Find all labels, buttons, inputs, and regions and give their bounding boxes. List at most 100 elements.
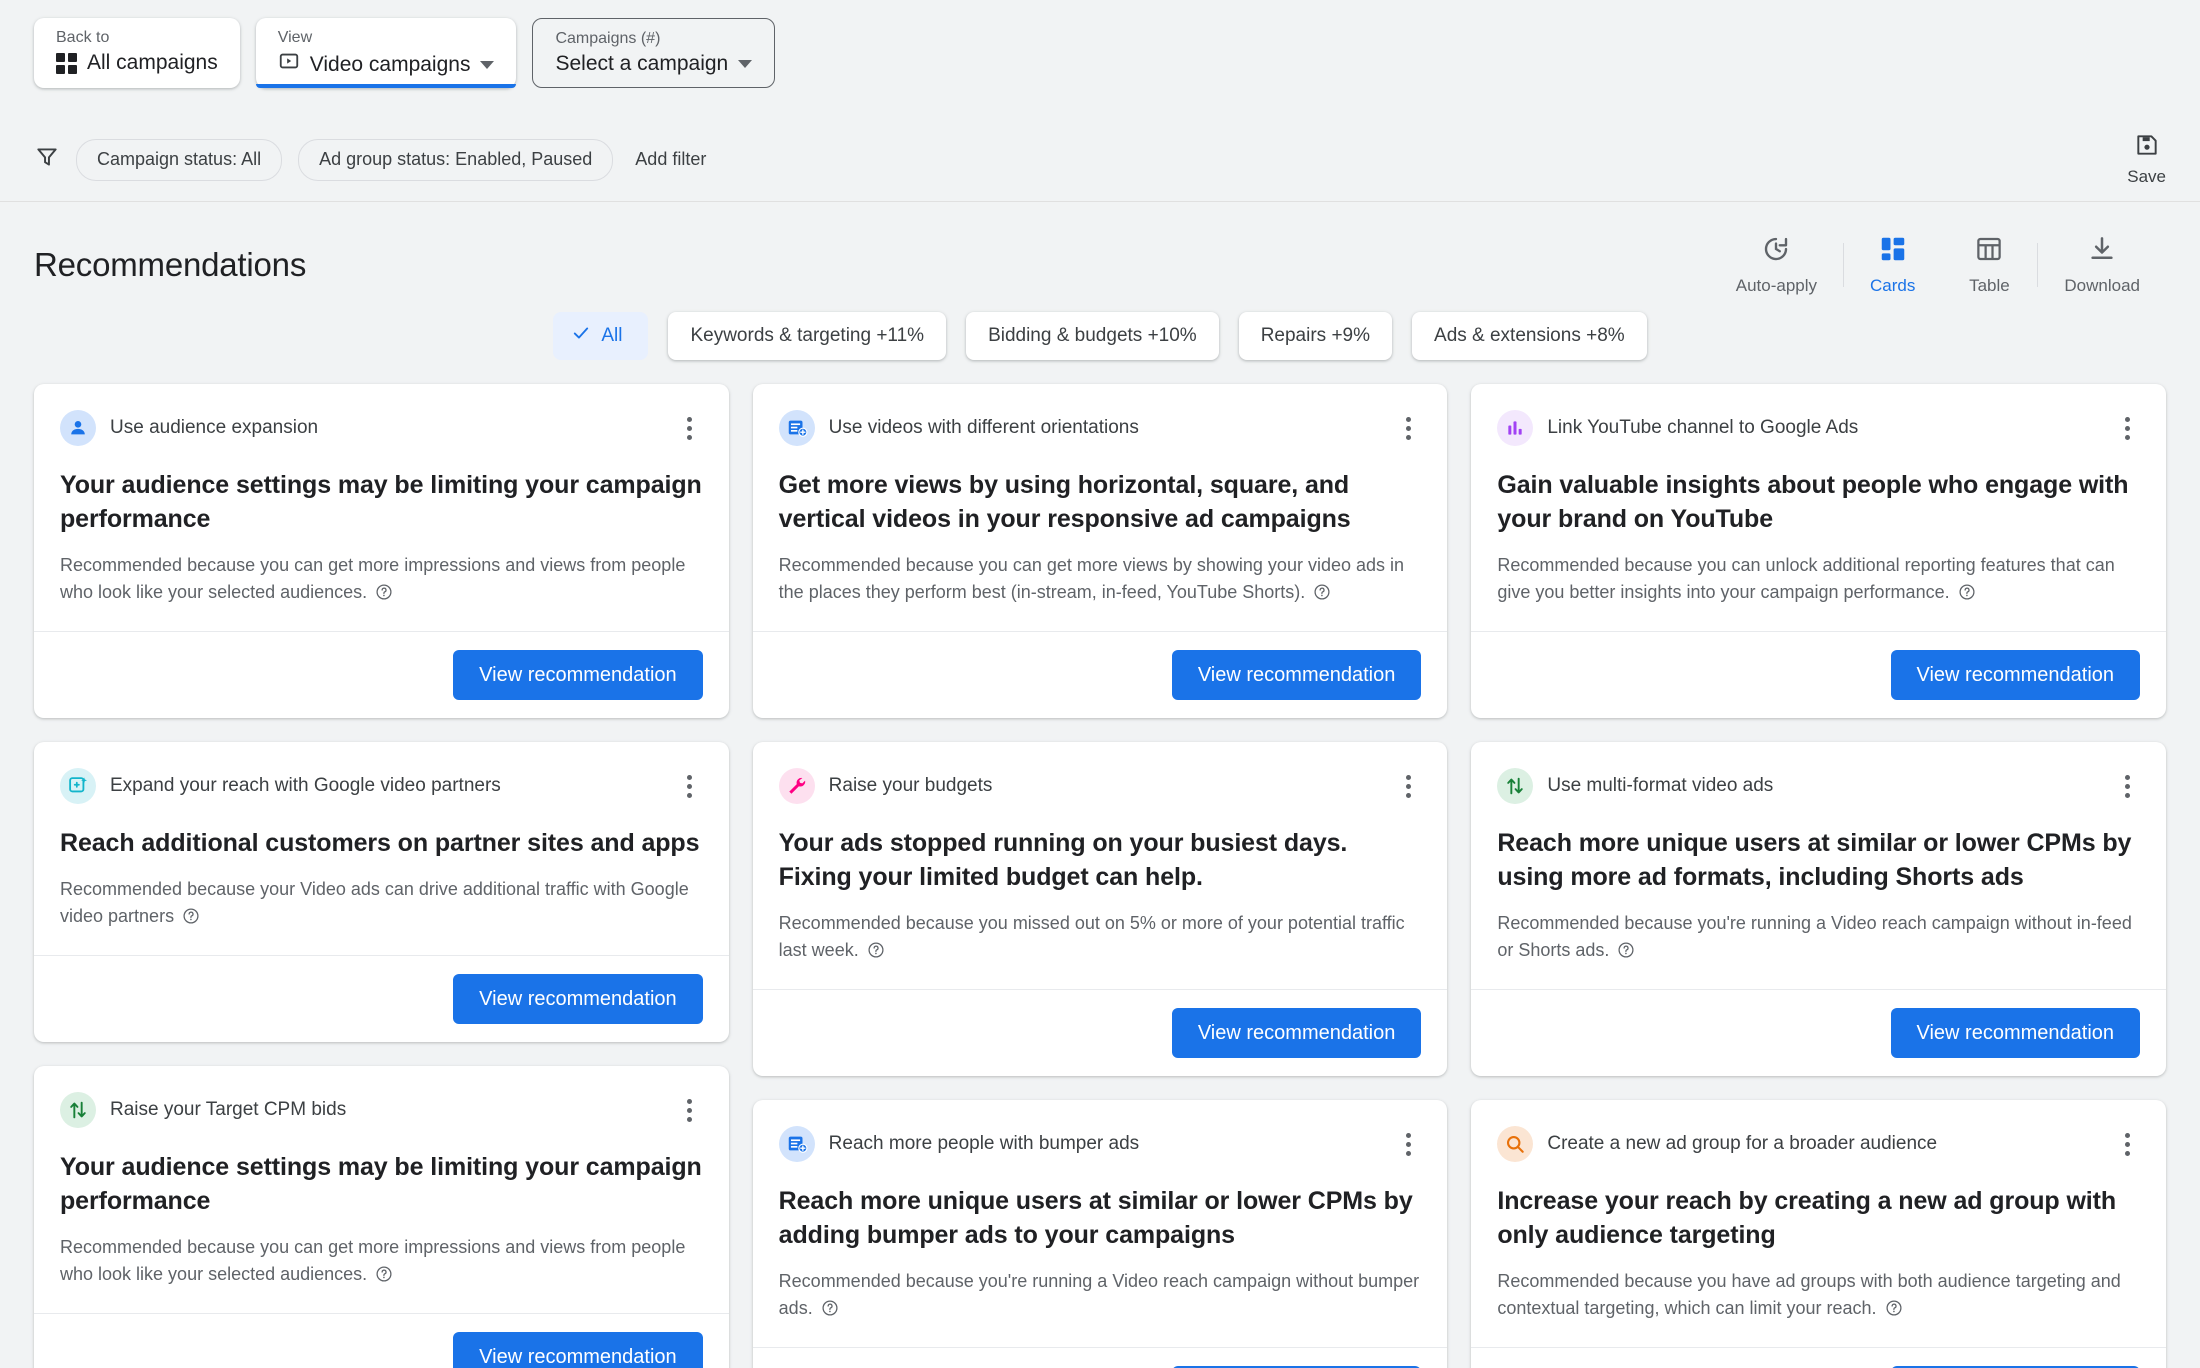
- save-button[interactable]: Save: [2127, 132, 2166, 187]
- category-chip-label: Repairs +9%: [1261, 325, 1370, 347]
- tab-table[interactable]: Table: [1941, 234, 2037, 296]
- card-category-label: Use multi-format video ads: [1547, 775, 1773, 797]
- category-chip-label: Bidding & budgets +10%: [988, 325, 1197, 347]
- more-options-icon[interactable]: [677, 417, 703, 440]
- card-header: Create a new ad group for a broader audi…: [1497, 1126, 2140, 1162]
- more-options-icon[interactable]: [677, 775, 703, 798]
- filter-icon[interactable]: [34, 144, 60, 175]
- recommendation-card: Expand your reach with Google video part…: [34, 742, 729, 1042]
- category-filter-row: All Keywords & targeting +11% Bidding & bu…: [0, 298, 2200, 384]
- swap-vert-icon: [1497, 768, 1533, 804]
- view-selector[interactable]: View Video campaigns: [256, 18, 517, 88]
- card-column-0: Use audience expansion Your audience sett…: [34, 384, 729, 1368]
- card-description: Recommended because you can get more imp…: [60, 1234, 703, 1291]
- category-chip-2[interactable]: Bidding & budgets +10%: [966, 312, 1219, 360]
- category-chip-0[interactable]: All: [553, 312, 648, 360]
- card-body: Use audience expansion Your audience sett…: [34, 384, 729, 631]
- category-chip-3[interactable]: Repairs +9%: [1239, 312, 1392, 360]
- card-description: Recommended because you can get more imp…: [60, 552, 703, 609]
- card-body: Use multi-format video adsReach more uni…: [1471, 742, 2166, 989]
- view-label: View: [278, 29, 495, 47]
- help-icon[interactable]: [1885, 1298, 1903, 1325]
- more-options-icon[interactable]: [1395, 417, 1421, 440]
- card-description: Recommended because you can get more vie…: [779, 552, 1422, 609]
- card-description: Recommended because you can unlock addit…: [1497, 552, 2140, 609]
- table-label: Table: [1969, 276, 2010, 296]
- recommendation-card: Use videos with different orientations Ge…: [753, 384, 1448, 718]
- recommendation-card: Use audience expansion Your audience sett…: [34, 384, 729, 718]
- article-add-icon: [779, 410, 815, 446]
- view-recommendation-button[interactable]: View recommendation: [453, 650, 703, 700]
- card-footer: View recommendation: [1471, 989, 2166, 1076]
- card-body: Use videos with different orientations Ge…: [753, 384, 1448, 631]
- history-icon: [1761, 234, 1791, 269]
- card-headline: Get more views by using horizontal, squa…: [779, 468, 1422, 536]
- help-icon[interactable]: [375, 1264, 393, 1291]
- help-icon[interactable]: [182, 906, 200, 933]
- card-headline: Your audience settings may be limiting y…: [60, 468, 703, 536]
- recommendation-card: Raise your budgetsYour ads stopped runni…: [753, 742, 1448, 1076]
- tab-cards[interactable]: Cards: [1844, 234, 1941, 296]
- category-chip-4[interactable]: Ads & extensions +8%: [1412, 312, 1647, 360]
- campaign-selector[interactable]: Campaigns (#) Select a campaign: [532, 18, 775, 88]
- wrench-icon: [779, 768, 815, 804]
- more-options-icon[interactable]: [1395, 1133, 1421, 1156]
- card-category-label: Raise your Target CPM bids: [110, 1099, 346, 1121]
- filter-chip-adgroup-status[interactable]: Ad group status: Enabled, Paused: [298, 139, 613, 181]
- help-icon[interactable]: [821, 1298, 839, 1325]
- category-chip-1[interactable]: Keywords & targeting +11%: [668, 312, 946, 360]
- card-category-label: Reach more people with bumper ads: [829, 1133, 1140, 1155]
- help-icon[interactable]: [867, 940, 885, 967]
- card-headline: Your audience settings may be limiting y…: [60, 1150, 703, 1218]
- card-footer: View recommendation: [1471, 631, 2166, 718]
- video-icon: [278, 50, 300, 79]
- add-filter-button[interactable]: Add filter: [629, 149, 712, 170]
- card-footer: View recommendation: [34, 631, 729, 718]
- more-options-icon[interactable]: [2114, 775, 2140, 798]
- back-to-all-campaigns-button[interactable]: Back to All campaigns: [34, 18, 240, 88]
- card-footer: View recommendation: [753, 631, 1448, 718]
- active-underline: [256, 84, 517, 88]
- add-sparkle-icon: [60, 768, 96, 804]
- view-value: Video campaigns: [310, 52, 471, 78]
- download-button[interactable]: Download: [2038, 234, 2166, 296]
- card-body: Reach more people with bumper adsReach m…: [753, 1100, 1448, 1347]
- more-options-icon[interactable]: [677, 1099, 703, 1122]
- check-icon: [571, 323, 591, 349]
- cards-label: Cards: [1870, 276, 1915, 296]
- card-footer: View recommendation: [1471, 1347, 2166, 1368]
- auto-apply-button[interactable]: Auto-apply: [1710, 234, 1843, 296]
- card-body: Raise your budgetsYour ads stopped runni…: [753, 742, 1448, 989]
- more-options-icon[interactable]: [2114, 1133, 2140, 1156]
- view-recommendation-button[interactable]: View recommendation: [1172, 1008, 1422, 1058]
- recommendation-columns: Use audience expansion Your audience sett…: [0, 384, 2200, 1368]
- card-header: Reach more people with bumper ads: [779, 1126, 1422, 1162]
- card-description: Recommended because you're running a Vid…: [779, 1268, 1422, 1325]
- help-icon[interactable]: [1313, 582, 1331, 609]
- auto-apply-label: Auto-apply: [1736, 276, 1817, 296]
- view-recommendation-button[interactable]: View recommendation: [1891, 1008, 2141, 1058]
- help-icon[interactable]: [1958, 582, 1976, 609]
- card-body: Link YouTube channel to Google AdsGain v…: [1471, 384, 2166, 631]
- recommendation-card: Use multi-format video adsReach more uni…: [1471, 742, 2166, 1076]
- card-headline: Reach additional customers on partner si…: [60, 826, 703, 860]
- filter-chip-campaign-status[interactable]: Campaign status: All: [76, 139, 282, 181]
- view-recommendation-button[interactable]: View recommendation: [1172, 650, 1422, 700]
- view-tools: Auto-apply Cards Table: [1710, 234, 2166, 296]
- grid-icon: [56, 53, 77, 74]
- card-header: Use videos with different orientations: [779, 410, 1422, 446]
- save-label: Save: [2127, 167, 2166, 187]
- card-header: Expand your reach with Google video part…: [60, 768, 703, 804]
- more-options-icon[interactable]: [1395, 775, 1421, 798]
- page-header: Recommendations Auto-apply Cards: [0, 202, 2200, 298]
- card-body: Expand your reach with Google video part…: [34, 742, 729, 955]
- help-icon[interactable]: [1617, 940, 1635, 967]
- campaigns-value: Select a campaign: [555, 51, 728, 77]
- card-header: Use audience expansion: [60, 410, 703, 446]
- view-recommendation-button[interactable]: View recommendation: [1891, 650, 2141, 700]
- help-icon[interactable]: [375, 582, 393, 609]
- category-chip-label: Ads & extensions +8%: [1434, 325, 1625, 347]
- more-options-icon[interactable]: [2114, 417, 2140, 440]
- view-recommendation-button[interactable]: View recommendation: [453, 1332, 703, 1368]
- view-recommendation-button[interactable]: View recommendation: [453, 974, 703, 1024]
